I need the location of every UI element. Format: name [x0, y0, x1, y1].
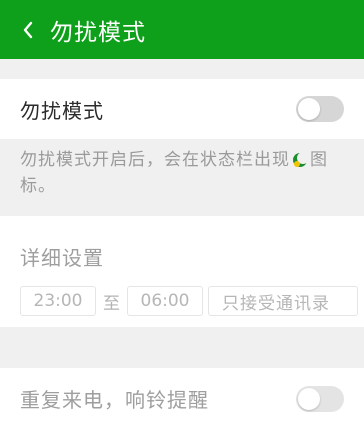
dnd-description: 勿扰模式开启后，会在状态栏出现 图标。	[20, 147, 350, 199]
description-text-before: 勿扰模式开启后，会在状态栏出现	[20, 150, 290, 170]
dnd-row[interactable]: 勿扰模式	[0, 79, 364, 139]
dnd-label: 勿扰模式	[20, 98, 104, 123]
dnd-toggle[interactable]	[296, 96, 344, 122]
repeat-call-toggle[interactable]	[296, 385, 344, 412]
page-title: 勿扰模式	[50, 19, 146, 46]
moon-status-icon	[291, 151, 309, 169]
mode-select[interactable]: 只接受通讯录	[208, 286, 358, 316]
header-bar: 勿扰模式	[0, 0, 364, 59]
end-time-input[interactable]: 06:00	[127, 286, 203, 316]
detail-title: 详细设置	[20, 246, 104, 270]
back-chevron-icon[interactable]	[18, 20, 38, 40]
detail-settings: 详细设置 23:00 至 06:00 只接受通讯录	[0, 216, 364, 327]
start-time-input[interactable]: 23:00	[20, 286, 96, 316]
toggle-knob	[298, 98, 320, 120]
repeat-call-row[interactable]: 重复来电，响铃提醒	[0, 368, 364, 429]
toggle-knob	[298, 387, 320, 410]
repeat-call-label: 重复来电，响铃提醒	[20, 388, 209, 412]
time-settings-row: 23:00 至 06:00 只接受通讯录	[20, 286, 358, 316]
to-label: 至	[103, 293, 120, 314]
